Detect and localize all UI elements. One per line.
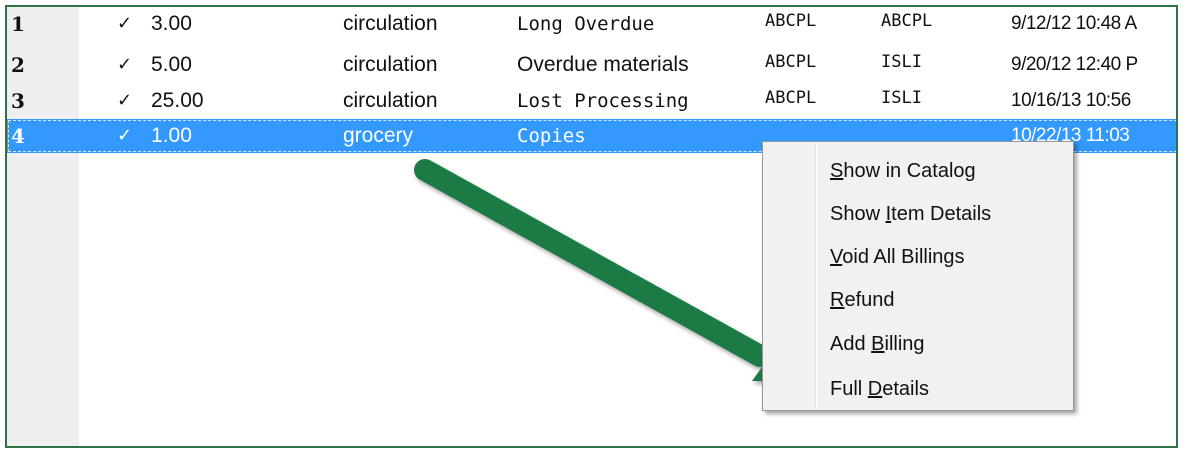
menu-item-show-item-details[interactable]: Show Item Details <box>830 200 991 228</box>
menu-item-show-in-catalog[interactable]: Show in Catalog <box>830 157 976 185</box>
menu-item-refund[interactable]: Refund <box>830 286 895 314</box>
menu-item-void-all-billings[interactable]: Void All Billings <box>830 243 965 271</box>
context-menu: Show in Catalog Show Item Details Void A… <box>762 141 1074 411</box>
menu-item-add-billing[interactable]: Add Billing <box>830 330 925 358</box>
menu-item-full-details[interactable]: Full Details <box>830 375 929 403</box>
